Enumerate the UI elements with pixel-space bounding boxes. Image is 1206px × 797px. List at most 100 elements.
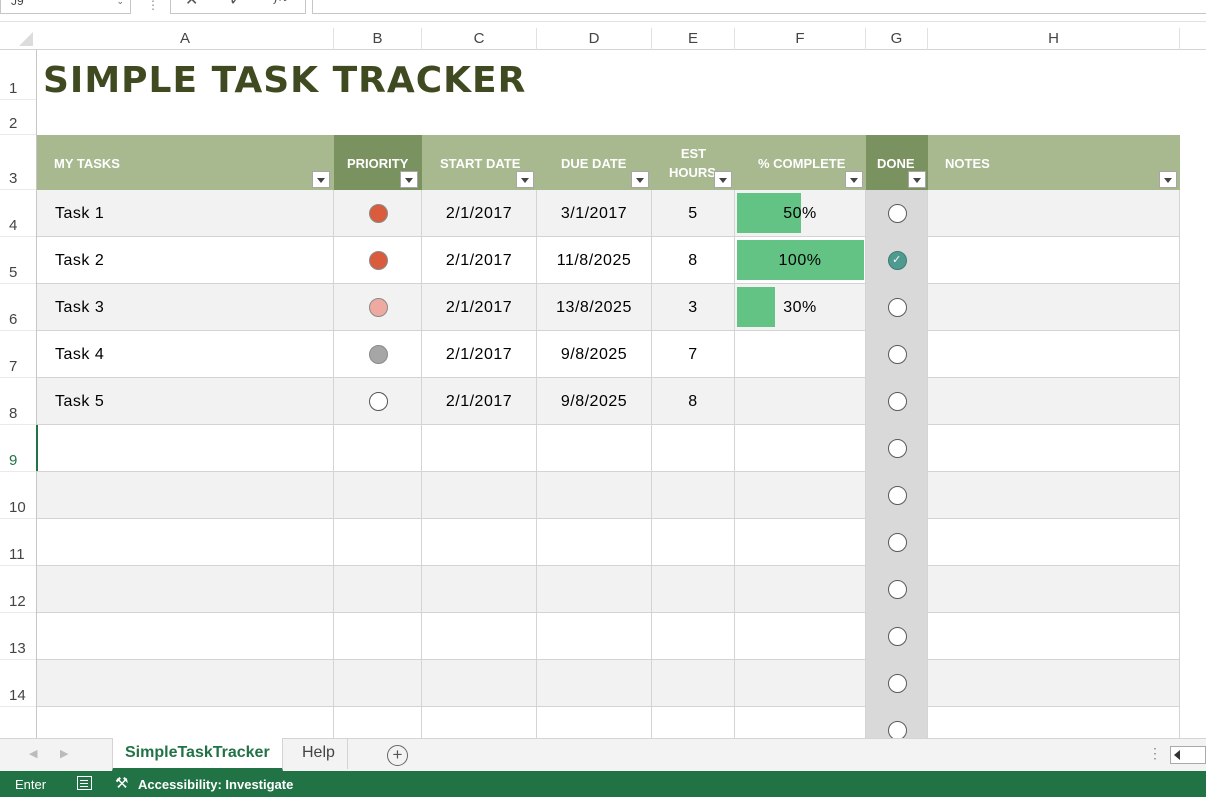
cell-due[interactable]: 13/8/2025 (537, 284, 652, 331)
cell-task[interactable] (37, 472, 334, 519)
cell-notes[interactable] (928, 425, 1180, 472)
more-options-icon[interactable]: ⋮ (147, 0, 159, 12)
cell-start[interactable]: 2/1/2017 (422, 331, 537, 378)
sheet-tab-help[interactable]: Help (290, 739, 348, 769)
empty-circle-icon[interactable] (887, 533, 907, 552)
filter-dropdown-icon[interactable] (714, 171, 732, 188)
cell-done[interactable] (866, 425, 928, 472)
cell-due[interactable] (537, 566, 652, 613)
cell-est[interactable] (652, 660, 735, 707)
cell-due[interactable]: 11/8/2025 (537, 237, 652, 284)
scroll-left-icon[interactable] (1174, 750, 1180, 760)
cell-start[interactable] (422, 660, 537, 707)
filter-dropdown-icon[interactable] (516, 171, 534, 188)
column-header-f[interactable]: F (735, 28, 866, 50)
cell-pct[interactable]: 50% (735, 190, 866, 237)
cell-priority[interactable] (334, 707, 422, 738)
worksheet-grid[interactable]: SIMPLE TASK TRACKER MY TASKS PRIORITY ST… (37, 50, 1180, 738)
filter-dropdown-icon[interactable] (400, 171, 418, 188)
cell-priority[interactable] (334, 425, 422, 472)
cell-start[interactable] (422, 613, 537, 660)
cell-done[interactable] (866, 378, 928, 425)
empty-circle-icon[interactable] (887, 204, 907, 223)
filter-dropdown-icon[interactable] (1159, 171, 1177, 188)
formula-input[interactable] (312, 0, 1206, 14)
cell-task[interactable]: Task 1 (37, 190, 334, 237)
header-my-tasks[interactable]: MY TASKS (37, 135, 334, 190)
cell-notes[interactable] (928, 660, 1180, 707)
empty-circle-icon[interactable] (887, 580, 907, 599)
cell-notes[interactable] (928, 472, 1180, 519)
cell-task[interactable] (37, 425, 334, 472)
cell-est[interactable] (652, 613, 735, 660)
cell-task[interactable] (37, 519, 334, 566)
select-all-button[interactable] (0, 28, 36, 50)
add-sheet-icon[interactable]: + (387, 745, 408, 766)
cell-done[interactable] (866, 660, 928, 707)
cell-done[interactable] (866, 707, 928, 738)
cell-pct[interactable] (735, 566, 866, 613)
column-header-e[interactable]: E (652, 28, 735, 50)
accessibility-status[interactable]: Accessibility: Investigate (138, 777, 293, 792)
macro-recording-icon[interactable] (77, 776, 92, 790)
cell-est[interactable] (652, 566, 735, 613)
column-header-d[interactable]: D (537, 28, 652, 50)
cell-start[interactable] (422, 425, 537, 472)
cell-priority[interactable] (334, 472, 422, 519)
cell-est[interactable] (652, 519, 735, 566)
cell-notes[interactable] (928, 284, 1180, 331)
cell-pct[interactable] (735, 519, 866, 566)
cell-pct[interactable]: 100% (735, 237, 866, 284)
cell-pct[interactable] (735, 378, 866, 425)
cell-notes[interactable] (928, 707, 1180, 738)
cell-est[interactable]: 7 (652, 331, 735, 378)
row-header-1[interactable]: 1 (0, 50, 36, 100)
cell-start[interactable]: 2/1/2017 (422, 237, 537, 284)
cell-task[interactable]: Task 5 (37, 378, 334, 425)
cell-due[interactable] (537, 519, 652, 566)
cell-start[interactable]: 2/1/2017 (422, 190, 537, 237)
cell-priority[interactable] (334, 237, 422, 284)
header-start-date[interactable]: START DATE (422, 135, 537, 190)
header-notes[interactable]: NOTES (928, 135, 1180, 190)
filter-dropdown-icon[interactable] (845, 171, 863, 188)
cell-priority[interactable] (334, 190, 422, 237)
column-header-c[interactable]: C (422, 28, 537, 50)
cell-start[interactable]: 2/1/2017 (422, 284, 537, 331)
chevron-down-icon[interactable]: ⌄ (116, 0, 124, 8)
cell-due[interactable]: 9/8/2025 (537, 331, 652, 378)
cell-start[interactable] (422, 519, 537, 566)
cell-notes[interactable] (928, 378, 1180, 425)
filter-dropdown-icon[interactable] (908, 171, 926, 188)
cell-est[interactable] (652, 425, 735, 472)
cell-due[interactable] (537, 613, 652, 660)
cell-due[interactable]: 9/8/2025 (537, 378, 652, 425)
cell-done[interactable] (866, 190, 928, 237)
cell-done[interactable]: ✓ (866, 237, 928, 284)
filter-dropdown-icon[interactable] (631, 171, 649, 188)
scroll-tabs-left-icon[interactable]: ◀ (29, 747, 37, 760)
cell-est[interactable] (652, 472, 735, 519)
column-header-b[interactable]: B (334, 28, 422, 50)
cell-notes[interactable] (928, 519, 1180, 566)
accessibility-icon[interactable]: ⚒ (115, 774, 128, 792)
cancel-icon[interactable]: ✕ (185, 0, 198, 10)
cell-priority[interactable] (334, 378, 422, 425)
cell-est[interactable]: 8 (652, 378, 735, 425)
empty-circle-icon[interactable] (887, 392, 907, 411)
cell-priority[interactable] (334, 331, 422, 378)
cell-start[interactable] (422, 472, 537, 519)
row-header-2[interactable]: 2 (0, 100, 36, 135)
cell-priority[interactable] (334, 519, 422, 566)
empty-circle-icon[interactable] (887, 439, 907, 458)
cell-done[interactable] (866, 472, 928, 519)
header-due-date[interactable]: DUE DATE (537, 135, 652, 190)
cell-notes[interactable] (928, 331, 1180, 378)
column-header-h[interactable]: H (928, 28, 1180, 50)
row-header-10[interactable]: 10 (0, 472, 36, 519)
empty-circle-icon[interactable] (887, 298, 907, 317)
cell-start[interactable]: 2/1/2017 (422, 378, 537, 425)
cell-task[interactable] (37, 707, 334, 738)
horizontal-scrollbar[interactable] (1170, 746, 1206, 764)
cell-notes[interactable] (928, 190, 1180, 237)
